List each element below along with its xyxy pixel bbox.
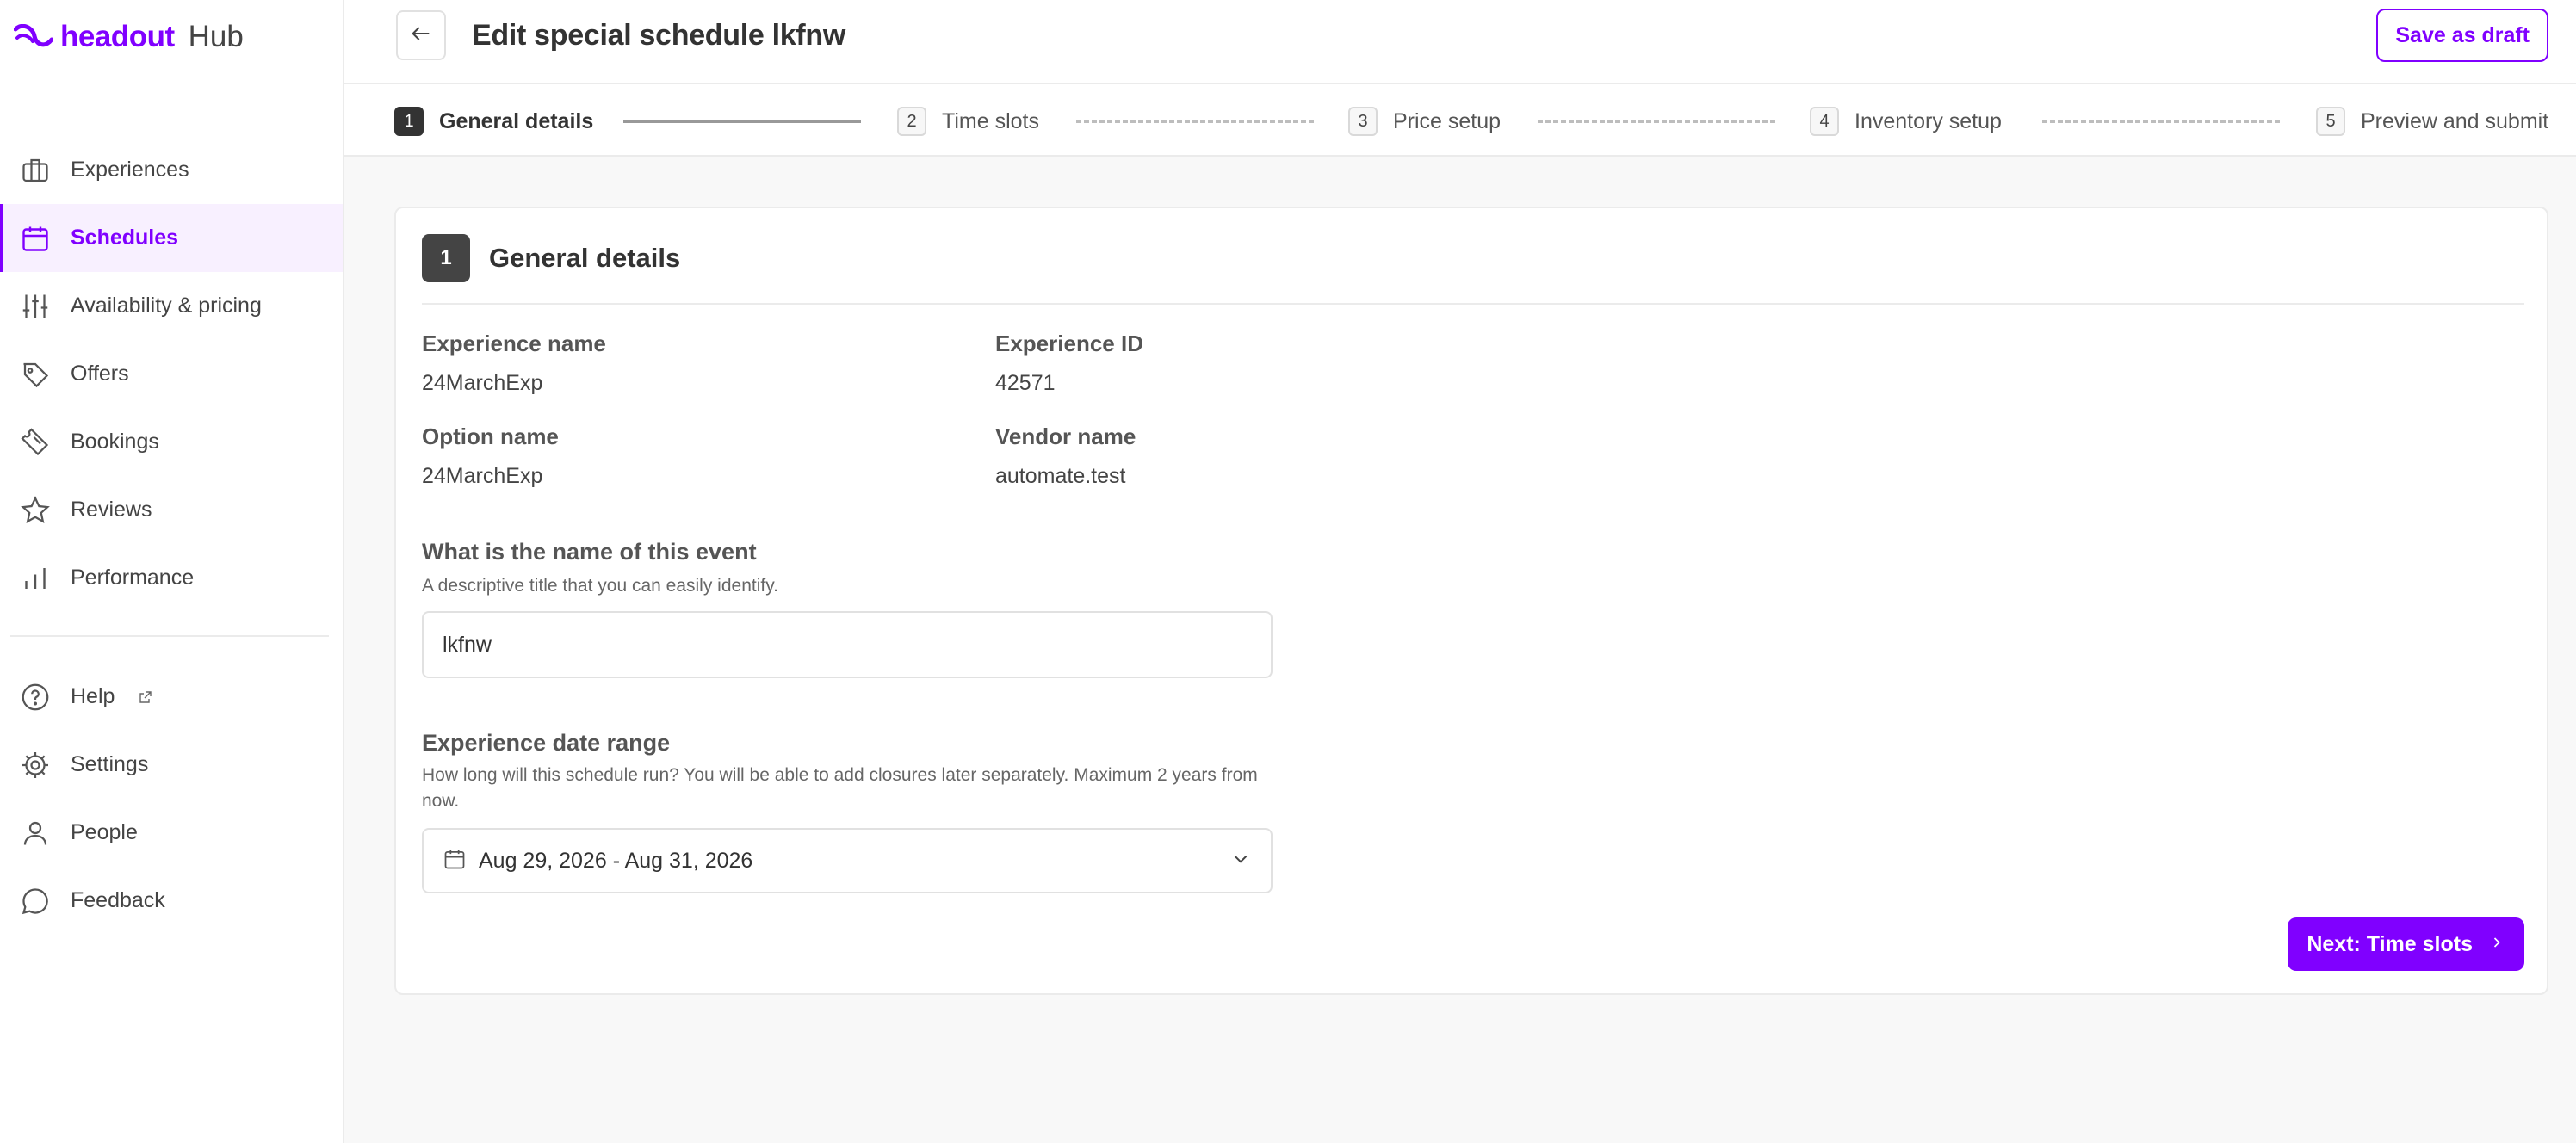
sidebar-divider: [10, 635, 329, 637]
secondary-nav: Help Settings People Feedback: [0, 663, 343, 935]
field-value: automate.test: [995, 464, 1126, 488]
option-name-field: Option name 24MarchExp: [422, 423, 559, 489]
sidebar-item-label: Settings: [71, 752, 149, 776]
step-label: Inventory setup: [1855, 108, 2002, 133]
step-general-details[interactable]: 1 General details: [394, 107, 593, 136]
external-link-icon: [139, 690, 152, 704]
gear-icon: [19, 749, 52, 782]
date-range-select[interactable]: Aug 29, 2026 - Aug 31, 2026: [422, 828, 1273, 893]
sidebar-item-label: Feedback: [71, 888, 165, 912]
bar-chart-icon: [19, 562, 52, 595]
page-header: Edit special schedule lkfnw Save as draf…: [344, 0, 2576, 84]
step-time-slots[interactable]: 2 Time slots: [897, 107, 1039, 136]
step-number: 1: [394, 107, 424, 136]
sidebar-item-label: Offers: [71, 361, 129, 386]
experience-name-field: Experience name 24MarchExp: [422, 331, 606, 396]
step-label: Preview and submit: [2361, 108, 2549, 133]
primary-nav: Experiences Schedules Availability & pri…: [0, 136, 343, 612]
step-label: Price setup: [1393, 108, 1502, 133]
date-range-description: How long will this schedule run? You wil…: [422, 765, 1258, 811]
card-divider: [422, 303, 2524, 305]
field-label: Vendor name: [995, 423, 1136, 449]
step-connector: [1076, 120, 1314, 123]
general-details-card: 1 General details Experience name 24Marc…: [394, 207, 2548, 995]
step-number: 4: [1810, 107, 1839, 136]
field-value: 24MarchExp: [422, 371, 543, 395]
event-name-input[interactable]: [422, 611, 1273, 678]
step-preview-submit[interactable]: 5 Preview and submit: [2316, 107, 2548, 136]
next-button-label: Next: Time slots: [2307, 931, 2473, 956]
page-title: Edit special schedule lkfnw: [472, 19, 846, 52]
save-as-draft-button[interactable]: Save as draft: [2376, 9, 2548, 62]
user-icon: [19, 817, 52, 850]
sidebar-item-label: Bookings: [71, 429, 159, 454]
sidebar-item-feedback[interactable]: Feedback: [0, 867, 343, 935]
brand-name: headout: [60, 20, 175, 53]
sidebar-item-label: Performance: [71, 565, 195, 590]
next-time-slots-button[interactable]: Next: Time slots: [2288, 917, 2524, 971]
sidebar-item-offers[interactable]: Offers: [0, 340, 343, 408]
sidebar-item-experiences[interactable]: Experiences: [0, 136, 343, 204]
sidebar-item-performance[interactable]: Performance: [0, 544, 343, 612]
field-value: 42571: [995, 371, 1056, 395]
ticket-icon: [19, 426, 52, 459]
brand-product: Hub: [188, 20, 244, 53]
arrow-left-icon: [409, 22, 433, 50]
card-step-number: 1: [422, 234, 470, 282]
step-inventory-setup[interactable]: 4 Inventory setup: [1810, 107, 2002, 136]
field-value: 24MarchExp: [422, 464, 543, 488]
chevron-right-icon: [2488, 932, 2505, 957]
app-root: headout Hub Experiences Schedules Availa…: [0, 0, 2576, 1143]
experience-id-field: Experience ID 42571: [995, 331, 1143, 396]
event-name-label: What is the name of this event: [422, 539, 757, 565]
help-circle-icon: [19, 681, 52, 714]
sidebar-item-label: Help: [71, 684, 115, 708]
sidebar-item-label: Availability & pricing: [71, 293, 262, 318]
calendar-icon: [19, 222, 52, 255]
sidebar-item-label: Experiences: [71, 158, 189, 182]
card-header: 1 General details: [422, 234, 680, 282]
sidebar-item-reviews[interactable]: Reviews: [0, 476, 343, 544]
tag-icon: [19, 358, 52, 391]
field-label: Experience ID: [995, 331, 1143, 356]
progress-stepper: 1 General details 2 Time slots 3 Price s…: [344, 84, 2576, 157]
event-name-description: A descriptive title that you can easily …: [422, 576, 778, 596]
step-label: General details: [439, 108, 594, 133]
headout-hub-logo[interactable]: headout Hub: [14, 17, 244, 57]
sliders-icon: [19, 290, 52, 323]
step-connector: [623, 120, 861, 123]
sidebar-item-label: Reviews: [71, 497, 152, 522]
sidebar-item-availability-pricing[interactable]: Availability & pricing: [0, 272, 343, 340]
field-label: Option name: [422, 423, 559, 449]
star-icon: [19, 494, 52, 527]
sidebar-item-bookings[interactable]: Bookings: [0, 408, 343, 476]
step-connector: [2042, 120, 2280, 123]
sidebar-item-label: Schedules: [71, 226, 179, 250]
step-number: 3: [1348, 107, 1378, 136]
step-connector: [1538, 120, 1775, 123]
step-number: 2: [897, 107, 926, 136]
sidebar-item-settings[interactable]: Settings: [0, 731, 343, 799]
sidebar-item-help[interactable]: Help: [0, 663, 343, 731]
date-range-label: Experience date range: [422, 730, 671, 756]
chevron-down-icon: [1229, 848, 1252, 874]
card-title: General details: [489, 243, 681, 273]
sidebar-item-people[interactable]: People: [0, 799, 343, 867]
sidebar-item-label: People: [71, 820, 138, 844]
back-button[interactable]: [396, 10, 446, 60]
step-label: Time slots: [942, 108, 1039, 133]
step-price-setup[interactable]: 3 Price setup: [1348, 107, 1501, 136]
date-range-value: Aug 29, 2026 - Aug 31, 2026: [479, 848, 753, 873]
sidebar-item-schedules[interactable]: Schedules: [0, 204, 343, 272]
field-label: Experience name: [422, 331, 606, 356]
headout-logo-icon: [14, 24, 53, 50]
vendor-name-field: Vendor name automate.test: [995, 423, 1136, 489]
calendar-icon: [443, 847, 467, 875]
step-number: 5: [2316, 107, 2345, 136]
chat-bubble-icon: [19, 885, 52, 917]
briefcase-icon: [19, 154, 52, 187]
sidebar: headout Hub Experiences Schedules Availa…: [0, 0, 344, 1143]
